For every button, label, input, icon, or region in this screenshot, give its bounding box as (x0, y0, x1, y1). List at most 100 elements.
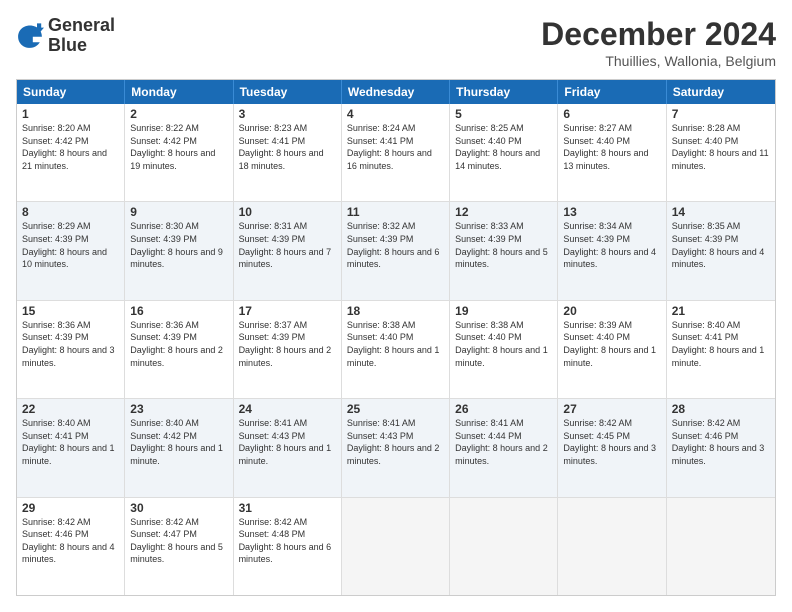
day-cell-7: 7Sunrise: 8:28 AMSunset: 4:40 PMDaylight… (667, 104, 775, 201)
day-cell-31: 31Sunrise: 8:42 AMSunset: 4:48 PMDayligh… (234, 498, 342, 595)
day-cell-10: 10Sunrise: 8:31 AMSunset: 4:39 PMDayligh… (234, 202, 342, 299)
cell-info: Sunrise: 8:40 AMSunset: 4:42 PMDaylight:… (130, 417, 227, 467)
cell-info: Sunrise: 8:20 AMSunset: 4:42 PMDaylight:… (22, 122, 119, 172)
day-cell-16: 16Sunrise: 8:36 AMSunset: 4:39 PMDayligh… (125, 301, 233, 398)
day-number: 5 (455, 107, 552, 121)
page: General Blue December 2024 Thuillies, Wa… (0, 0, 792, 612)
day-cell-14: 14Sunrise: 8:35 AMSunset: 4:39 PMDayligh… (667, 202, 775, 299)
day-cell-13: 13Sunrise: 8:34 AMSunset: 4:39 PMDayligh… (558, 202, 666, 299)
cell-info: Sunrise: 8:41 AMSunset: 4:43 PMDaylight:… (347, 417, 444, 467)
day-number: 28 (672, 402, 770, 416)
day-cell-21: 21Sunrise: 8:40 AMSunset: 4:41 PMDayligh… (667, 301, 775, 398)
logo-text: General Blue (48, 16, 115, 56)
calendar-row-2: 8Sunrise: 8:29 AMSunset: 4:39 PMDaylight… (17, 201, 775, 299)
calendar-row-5: 29Sunrise: 8:42 AMSunset: 4:46 PMDayligh… (17, 497, 775, 595)
cell-info: Sunrise: 8:40 AMSunset: 4:41 PMDaylight:… (22, 417, 119, 467)
day-number: 22 (22, 402, 119, 416)
day-cell-28: 28Sunrise: 8:42 AMSunset: 4:46 PMDayligh… (667, 399, 775, 496)
cell-info: Sunrise: 8:42 AMSunset: 4:47 PMDaylight:… (130, 516, 227, 566)
cell-info: Sunrise: 8:24 AMSunset: 4:41 PMDaylight:… (347, 122, 444, 172)
day-cell-22: 22Sunrise: 8:40 AMSunset: 4:41 PMDayligh… (17, 399, 125, 496)
day-number: 21 (672, 304, 770, 318)
cell-info: Sunrise: 8:32 AMSunset: 4:39 PMDaylight:… (347, 220, 444, 270)
calendar-body: 1Sunrise: 8:20 AMSunset: 4:42 PMDaylight… (17, 104, 775, 595)
cell-info: Sunrise: 8:41 AMSunset: 4:43 PMDaylight:… (239, 417, 336, 467)
day-number: 26 (455, 402, 552, 416)
day-cell-3: 3Sunrise: 8:23 AMSunset: 4:41 PMDaylight… (234, 104, 342, 201)
cell-info: Sunrise: 8:41 AMSunset: 4:44 PMDaylight:… (455, 417, 552, 467)
day-number: 17 (239, 304, 336, 318)
cell-info: Sunrise: 8:28 AMSunset: 4:40 PMDaylight:… (672, 122, 770, 172)
cell-info: Sunrise: 8:30 AMSunset: 4:39 PMDaylight:… (130, 220, 227, 270)
day-header-tuesday: Tuesday (234, 80, 342, 104)
cell-info: Sunrise: 8:25 AMSunset: 4:40 PMDaylight:… (455, 122, 552, 172)
calendar-header: SundayMondayTuesdayWednesdayThursdayFrid… (17, 80, 775, 104)
day-cell-25: 25Sunrise: 8:41 AMSunset: 4:43 PMDayligh… (342, 399, 450, 496)
day-number: 8 (22, 205, 119, 219)
cell-info: Sunrise: 8:33 AMSunset: 4:39 PMDaylight:… (455, 220, 552, 270)
day-cell-19: 19Sunrise: 8:38 AMSunset: 4:40 PMDayligh… (450, 301, 558, 398)
day-cell-26: 26Sunrise: 8:41 AMSunset: 4:44 PMDayligh… (450, 399, 558, 496)
day-number: 1 (22, 107, 119, 121)
cell-info: Sunrise: 8:42 AMSunset: 4:46 PMDaylight:… (672, 417, 770, 467)
logo-icon (16, 22, 44, 50)
cell-info: Sunrise: 8:38 AMSunset: 4:40 PMDaylight:… (347, 319, 444, 369)
day-number: 19 (455, 304, 552, 318)
day-cell-12: 12Sunrise: 8:33 AMSunset: 4:39 PMDayligh… (450, 202, 558, 299)
cell-info: Sunrise: 8:22 AMSunset: 4:42 PMDaylight:… (130, 122, 227, 172)
day-cell-8: 8Sunrise: 8:29 AMSunset: 4:39 PMDaylight… (17, 202, 125, 299)
location-subtitle: Thuillies, Wallonia, Belgium (541, 53, 776, 69)
day-number: 9 (130, 205, 227, 219)
day-number: 12 (455, 205, 552, 219)
day-header-saturday: Saturday (667, 80, 775, 104)
day-number: 18 (347, 304, 444, 318)
day-number: 7 (672, 107, 770, 121)
logo: General Blue (16, 16, 115, 56)
cell-info: Sunrise: 8:37 AMSunset: 4:39 PMDaylight:… (239, 319, 336, 369)
day-number: 25 (347, 402, 444, 416)
day-cell-15: 15Sunrise: 8:36 AMSunset: 4:39 PMDayligh… (17, 301, 125, 398)
cell-info: Sunrise: 8:36 AMSunset: 4:39 PMDaylight:… (22, 319, 119, 369)
day-cell-18: 18Sunrise: 8:38 AMSunset: 4:40 PMDayligh… (342, 301, 450, 398)
day-cell-6: 6Sunrise: 8:27 AMSunset: 4:40 PMDaylight… (558, 104, 666, 201)
day-header-thursday: Thursday (450, 80, 558, 104)
day-number: 6 (563, 107, 660, 121)
empty-cell (667, 498, 775, 595)
calendar-row-4: 22Sunrise: 8:40 AMSunset: 4:41 PMDayligh… (17, 398, 775, 496)
title-block: December 2024 Thuillies, Wallonia, Belgi… (541, 16, 776, 69)
day-number: 15 (22, 304, 119, 318)
cell-info: Sunrise: 8:29 AMSunset: 4:39 PMDaylight:… (22, 220, 119, 270)
cell-info: Sunrise: 8:31 AMSunset: 4:39 PMDaylight:… (239, 220, 336, 270)
day-cell-2: 2Sunrise: 8:22 AMSunset: 4:42 PMDaylight… (125, 104, 233, 201)
cell-info: Sunrise: 8:38 AMSunset: 4:40 PMDaylight:… (455, 319, 552, 369)
day-number: 11 (347, 205, 444, 219)
day-header-wednesday: Wednesday (342, 80, 450, 104)
header: General Blue December 2024 Thuillies, Wa… (16, 16, 776, 69)
cell-info: Sunrise: 8:42 AMSunset: 4:45 PMDaylight:… (563, 417, 660, 467)
day-number: 27 (563, 402, 660, 416)
day-number: 24 (239, 402, 336, 416)
month-title: December 2024 (541, 16, 776, 53)
day-number: 10 (239, 205, 336, 219)
day-number: 31 (239, 501, 336, 515)
cell-info: Sunrise: 8:36 AMSunset: 4:39 PMDaylight:… (130, 319, 227, 369)
cell-info: Sunrise: 8:23 AMSunset: 4:41 PMDaylight:… (239, 122, 336, 172)
day-cell-30: 30Sunrise: 8:42 AMSunset: 4:47 PMDayligh… (125, 498, 233, 595)
day-number: 20 (563, 304, 660, 318)
day-number: 16 (130, 304, 227, 318)
day-number: 3 (239, 107, 336, 121)
day-number: 2 (130, 107, 227, 121)
day-cell-20: 20Sunrise: 8:39 AMSunset: 4:40 PMDayligh… (558, 301, 666, 398)
day-number: 29 (22, 501, 119, 515)
calendar-row-3: 15Sunrise: 8:36 AMSunset: 4:39 PMDayligh… (17, 300, 775, 398)
day-cell-27: 27Sunrise: 8:42 AMSunset: 4:45 PMDayligh… (558, 399, 666, 496)
day-cell-29: 29Sunrise: 8:42 AMSunset: 4:46 PMDayligh… (17, 498, 125, 595)
cell-info: Sunrise: 8:39 AMSunset: 4:40 PMDaylight:… (563, 319, 660, 369)
empty-cell (342, 498, 450, 595)
cell-info: Sunrise: 8:42 AMSunset: 4:48 PMDaylight:… (239, 516, 336, 566)
cell-info: Sunrise: 8:34 AMSunset: 4:39 PMDaylight:… (563, 220, 660, 270)
day-cell-4: 4Sunrise: 8:24 AMSunset: 4:41 PMDaylight… (342, 104, 450, 201)
cell-info: Sunrise: 8:42 AMSunset: 4:46 PMDaylight:… (22, 516, 119, 566)
calendar: SundayMondayTuesdayWednesdayThursdayFrid… (16, 79, 776, 596)
day-header-friday: Friday (558, 80, 666, 104)
